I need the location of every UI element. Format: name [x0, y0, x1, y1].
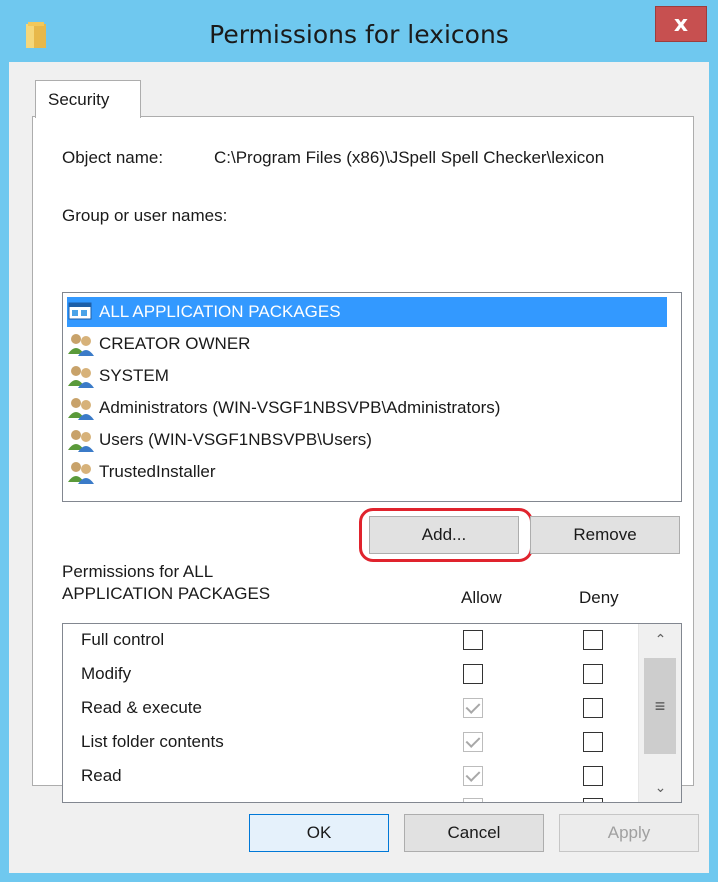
group-user-list[interactable]: ALL APPLICATION PACKAGES CREATOR OWNER S…	[62, 292, 682, 502]
allow-column-header: Allow	[461, 588, 502, 607]
deny-list-folder-checkbox[interactable]	[583, 732, 603, 752]
permissions-scrollbar[interactable]: ⌃ ≡ ⌄	[638, 624, 681, 802]
app-packages-icon	[68, 302, 92, 320]
list-item[interactable]: SYSTEM	[67, 361, 667, 391]
window-title: Permissions for lexicons	[209, 20, 509, 49]
deny-column-header: Deny	[579, 588, 619, 607]
permission-row: Read	[81, 760, 641, 794]
object-name-label: Object name:	[62, 148, 164, 167]
permissions-label-line2: APPLICATION PACKAGES	[62, 584, 271, 603]
list-item-label: ALL APPLICATION PACKAGES	[99, 302, 341, 321]
permission-name: Full control	[81, 630, 165, 649]
permission-row: Read & execute	[81, 692, 641, 726]
permission-name: Read & execute	[81, 698, 202, 717]
permissions-dialog: Permissions for lexicons x Security Obje…	[0, 0, 718, 882]
scrollbar-thumb[interactable]: ≡	[644, 658, 676, 754]
users-group-icon	[68, 334, 94, 356]
ok-button[interactable]: OK	[249, 814, 389, 852]
users-group-icon	[68, 398, 94, 420]
list-item-label: Users (WIN-VSGF1NBSVPB\Users)	[99, 430, 372, 449]
scroll-down-arrow-icon[interactable]: ⌄	[639, 772, 681, 802]
allow-modify-checkbox[interactable]	[463, 664, 483, 684]
deny-modify-checkbox[interactable]	[583, 664, 603, 684]
permission-name: Read	[81, 766, 122, 785]
permission-name: Modify	[81, 664, 132, 683]
deny-read-execute-checkbox[interactable]	[583, 698, 603, 718]
permission-row: Full control	[81, 624, 641, 658]
allow-read-checkbox[interactable]	[463, 766, 483, 786]
close-button[interactable]: x	[655, 6, 707, 42]
object-name-value: C:\Program Files (x86)\JSpell Spell Chec…	[214, 148, 605, 167]
deny-next-checkbox-partial[interactable]	[583, 798, 603, 802]
permissions-label-line1: Permissions for ALL	[62, 562, 214, 581]
users-group-icon	[68, 366, 94, 388]
list-item-label: TrustedInstaller	[99, 462, 216, 481]
deny-full-control-checkbox[interactable]	[583, 630, 603, 650]
apply-button[interactable]: Apply	[559, 814, 699, 852]
list-item-label: Administrators (WIN-VSGF1NBSVPB\Administ…	[99, 398, 501, 417]
list-item-label: SYSTEM	[99, 366, 169, 385]
dialog-client-area: Security Object name: C:\Program Files (…	[9, 62, 709, 873]
list-item[interactable]: Administrators (WIN-VSGF1NBSVPB\Administ…	[67, 393, 667, 423]
list-item[interactable]: TrustedInstaller	[67, 457, 667, 487]
list-item[interactable]: CREATOR OWNER	[67, 329, 667, 359]
scroll-up-arrow-icon[interactable]: ⌃	[639, 624, 681, 654]
allow-next-checkbox-partial[interactable]	[463, 798, 483, 802]
users-group-icon	[68, 462, 94, 484]
permission-row: Modify	[81, 658, 641, 692]
add-button[interactable]: Add...	[369, 516, 519, 554]
tab-security[interactable]: Security	[35, 80, 141, 118]
allow-list-folder-checkbox[interactable]	[463, 732, 483, 752]
allow-full-control-checkbox[interactable]	[463, 630, 483, 650]
remove-button[interactable]: Remove	[530, 516, 680, 554]
title-bar[interactable]: Permissions for lexicons x	[0, 0, 718, 62]
permissions-list[interactable]: Full control Modify Read & execute List …	[62, 623, 682, 803]
deny-read-checkbox[interactable]	[583, 766, 603, 786]
list-item[interactable]: Users (WIN-VSGF1NBSVPB\Users)	[67, 425, 667, 455]
allow-read-execute-checkbox[interactable]	[463, 698, 483, 718]
group-names-label: Group or user names:	[62, 206, 228, 225]
permission-row: List folder contents	[81, 726, 641, 760]
permission-name: List folder contents	[81, 732, 224, 751]
list-item-label: CREATOR OWNER	[99, 334, 251, 353]
cancel-button[interactable]: Cancel	[404, 814, 544, 852]
list-item[interactable]: ALL APPLICATION PACKAGES	[67, 297, 667, 327]
users-group-icon	[68, 430, 94, 452]
